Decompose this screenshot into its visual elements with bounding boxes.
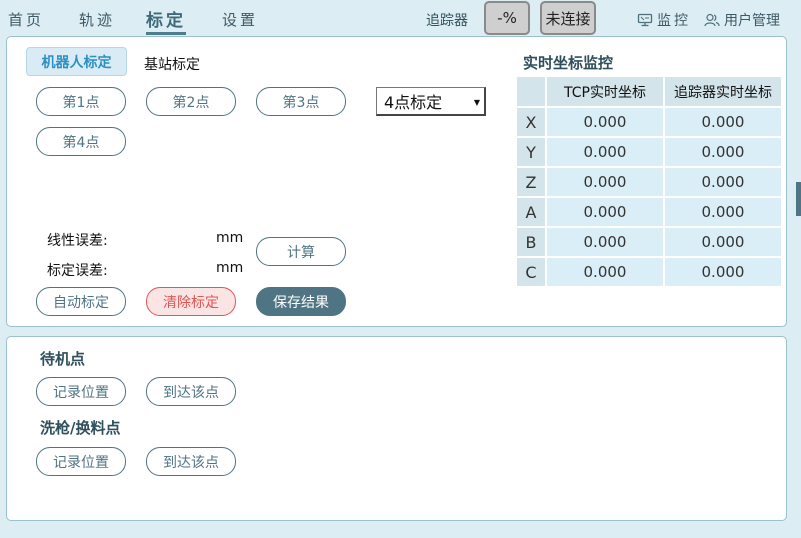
standby-title: 待机点 [40, 350, 86, 368]
tracker-label: 追踪器 [426, 13, 468, 29]
tracker-value-b: 0.000 [665, 228, 781, 256]
dropdown-arrow-icon: ▼ [473, 98, 480, 107]
nav-home[interactable]: 首页 [8, 9, 44, 30]
user-management-label: 用户管理 [724, 13, 780, 29]
save-result-button[interactable]: 保存结果 [256, 287, 346, 316]
row-axis-label: X [517, 108, 545, 136]
users-icon [704, 13, 720, 27]
row-axis-label: B [517, 228, 545, 256]
point3-button[interactable]: 第3点 [256, 87, 346, 116]
tcp-value-c: 0.000 [547, 258, 663, 286]
row-axis-label: A [517, 198, 545, 226]
gunwash-goto-button[interactable]: 到达该点 [146, 447, 236, 476]
linear-error-unit: mm [216, 230, 244, 246]
tracker-value-y: 0.000 [665, 138, 781, 166]
monitor-label: 监控 [657, 13, 691, 29]
col-header-tcp: TCP实时坐标 [547, 77, 663, 106]
tracker-value-x: 0.000 [665, 108, 781, 136]
tcp-value-y: 0.000 [547, 138, 663, 166]
calibration-mode-value: 4点标定 [384, 93, 443, 112]
gunwash-title: 洗枪/换料点 [40, 419, 121, 437]
nav-calibration[interactable]: 标定 [146, 6, 186, 35]
percent-button[interactable]: -% [484, 1, 530, 35]
linear-error-label: 线性误差: [47, 233, 108, 249]
tracker-value-c: 0.000 [665, 258, 781, 286]
nav-track[interactable]: 轨迹 [79, 9, 115, 30]
compute-button[interactable]: 计算 [256, 237, 346, 266]
calibration-error-unit: mm [216, 260, 244, 276]
point4-button[interactable]: 第4点 [36, 127, 126, 156]
tcp-value-a: 0.000 [547, 198, 663, 226]
monitor-link[interactable]: 监控 [637, 10, 691, 30]
row-axis-label: Y [517, 138, 545, 166]
calibration-panel: 机器人标定 基站标定 第1点 第2点 第3点 第4点 4点标定 ▼ 线性误差: … [6, 36, 787, 327]
tab-robot-calibration[interactable]: 机器人标定 [26, 47, 127, 76]
row-axis-label: C [517, 258, 545, 286]
clear-calibration-button[interactable]: 清除标定 [146, 287, 236, 316]
calibration-mode-select[interactable]: 4点标定 ▼ [376, 87, 486, 116]
tcp-value-b: 0.000 [547, 228, 663, 256]
user-management-link[interactable]: 用户管理 [704, 10, 780, 30]
tcp-value-z: 0.000 [547, 168, 663, 196]
monitor-title: 实时坐标监控 [523, 54, 614, 72]
col-header-tracker: 追踪器实时坐标 [665, 77, 781, 106]
tracker-value-z: 0.000 [665, 168, 781, 196]
calibration-error-label: 标定误差: [47, 263, 108, 279]
standby-record-button[interactable]: 记录位置 [36, 377, 126, 406]
scrollbar-handle[interactable] [796, 182, 801, 216]
tab-base-calibration[interactable]: 基站标定 [144, 54, 200, 74]
gunwash-record-button[interactable]: 记录位置 [36, 447, 126, 476]
connect-status-button[interactable]: 未连接 [540, 1, 596, 35]
nav-settings[interactable]: 设置 [222, 9, 258, 30]
positions-panel: 待机点 记录位置 到达该点 洗枪/换料点 记录位置 到达该点 [6, 336, 787, 521]
point2-button[interactable]: 第2点 [146, 87, 236, 116]
row-axis-label: Z [517, 168, 545, 196]
standby-goto-button[interactable]: 到达该点 [146, 377, 236, 406]
monitor-icon [637, 13, 653, 27]
top-bar: 首页 轨迹 标定 设置 追踪器 -% 未连接 监控 用户管理 [0, 0, 801, 36]
tracker-value-a: 0.000 [665, 198, 781, 226]
auto-calibration-button[interactable]: 自动标定 [36, 287, 126, 316]
point1-button[interactable]: 第1点 [36, 87, 126, 116]
table-corner [517, 77, 545, 106]
tcp-value-x: 0.000 [547, 108, 663, 136]
